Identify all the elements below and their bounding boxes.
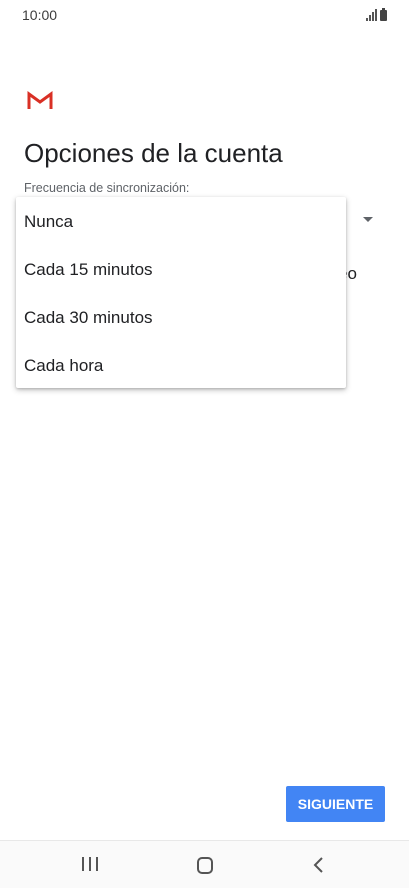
option-every-15-minutes[interactable]: Cada 15 minutos (16, 246, 346, 294)
next-button[interactable]: SIGUIENTE (286, 786, 385, 822)
screen: 10:00 Opciones de la cuenta Frecuencia d… (0, 0, 409, 888)
home-icon[interactable] (197, 857, 213, 874)
battery-icon (380, 8, 387, 21)
option-every-hour[interactable]: Cada hora (16, 342, 346, 390)
navigation-bar (0, 840, 409, 888)
sync-frequency-dropdown-menu: Nunca Cada 15 minutos Cada 30 minutos Ca… (16, 197, 346, 388)
status-time: 10:00 (22, 7, 58, 23)
option-never[interactable]: Nunca (16, 198, 346, 246)
gmail-logo-icon (27, 91, 53, 109)
dropdown-arrow-icon[interactable] (363, 217, 373, 222)
option-every-30-minutes[interactable]: Cada 30 minutos (16, 294, 346, 342)
back-icon[interactable] (312, 856, 326, 874)
page-title: Opciones de la cuenta (24, 138, 283, 168)
status-icons (366, 8, 387, 21)
signal-icon (366, 9, 377, 21)
sync-frequency-label: Frecuencia de sincronización: (24, 181, 190, 195)
recents-icon[interactable] (80, 857, 100, 873)
status-bar: 10:00 (0, 0, 409, 30)
